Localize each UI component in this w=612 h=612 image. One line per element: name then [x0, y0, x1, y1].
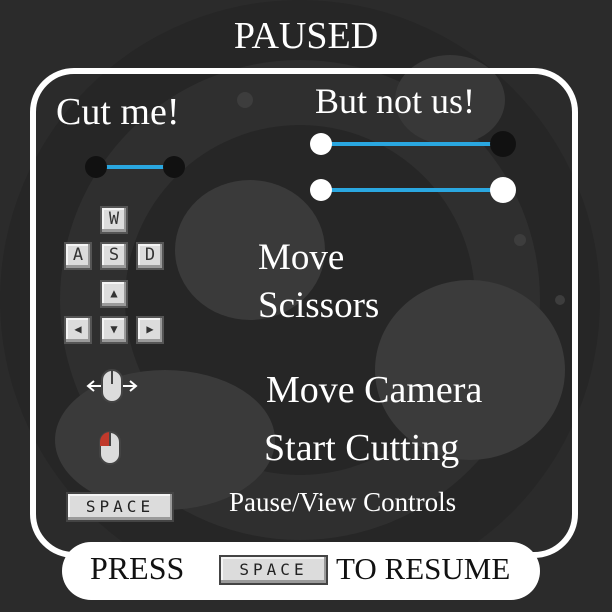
space-key: SPACE	[66, 492, 174, 522]
resume-space-key: SPACE	[219, 555, 328, 585]
mouse-move-icon	[86, 369, 138, 403]
mouse-click-icon	[99, 431, 121, 465]
key-d: D	[136, 242, 164, 270]
key-right: ▶	[136, 316, 164, 344]
pause-view-controls-label: Pause/View Controls	[229, 487, 457, 517]
resume-press-text: PRESS	[90, 550, 185, 586]
key-down: ▼	[100, 316, 128, 344]
move-scissors-label: Move Scissors	[258, 237, 380, 326]
resume-to-resume-text: TO RESUME	[336, 551, 511, 586]
key-up: ▲	[100, 280, 128, 308]
key-w: W	[100, 206, 128, 234]
keep-line-2	[310, 177, 516, 203]
start-cutting-label: Start Cutting	[264, 427, 460, 469]
keep-line-1	[310, 131, 516, 157]
key-left: ◀	[64, 316, 92, 344]
cut-line	[85, 156, 185, 178]
cut-me-label: Cut me!	[56, 91, 180, 133]
page-title: PAUSED	[233, 15, 379, 57]
key-a: A	[64, 242, 92, 270]
move-camera-label: Move Camera	[266, 369, 483, 411]
key-s: S	[100, 242, 128, 270]
not-cut-label: But not us!	[315, 81, 476, 121]
